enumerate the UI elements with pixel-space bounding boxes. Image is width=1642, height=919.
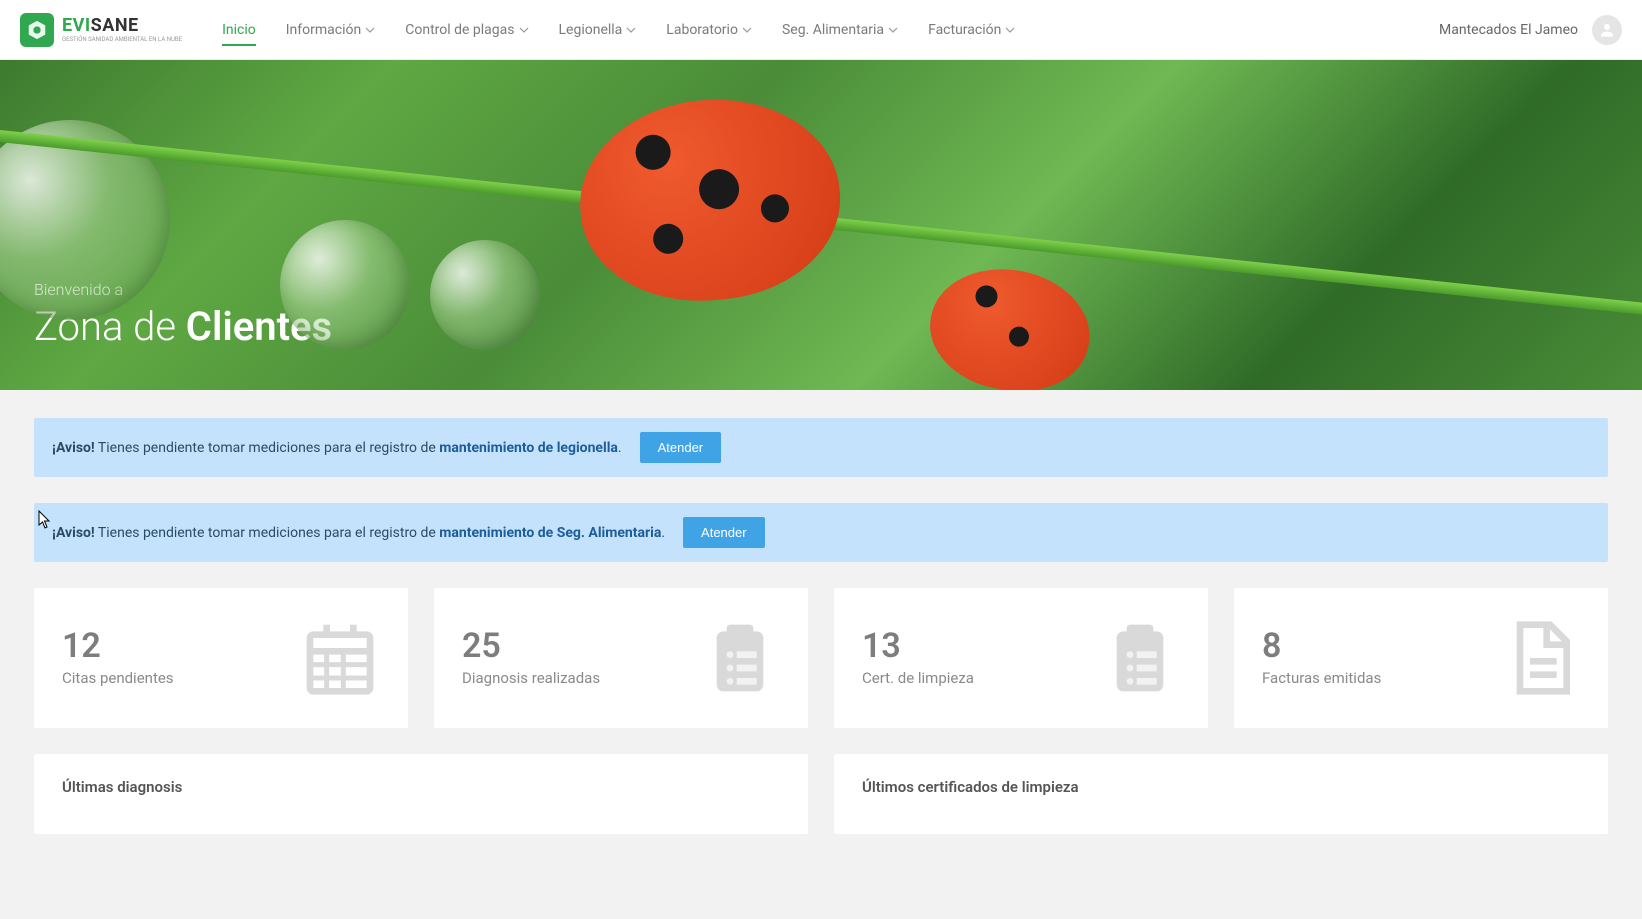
user-name[interactable]: Mantecados El Jameo	[1439, 22, 1578, 38]
panel-title: Últimos certificados de limpieza	[862, 778, 1580, 796]
chevron-down-icon	[888, 25, 898, 35]
panels-row: Últimas diagnosis Últimos certificados d…	[34, 754, 1608, 834]
nav-label: Control de plagas	[405, 22, 514, 38]
stat-value: 8	[1262, 629, 1381, 663]
attend-button[interactable]: Atender	[640, 432, 722, 463]
nav-label: Facturación	[928, 22, 1001, 38]
nav-item-control-plagas[interactable]: Control de plagas	[405, 4, 528, 56]
stat-card-cert-limpieza[interactable]: 13 Cert. de limpieza	[834, 588, 1208, 728]
chevron-down-icon	[519, 25, 529, 35]
document-icon	[1500, 618, 1580, 698]
stats-row: 12 Citas pendientes 25 Diagnosis realiza…	[34, 588, 1608, 728]
decor-droplet	[430, 240, 540, 350]
stat-value: 12	[62, 629, 174, 663]
nav-item-laboratorio[interactable]: Laboratorio	[666, 4, 752, 56]
panel-title: Últimas diagnosis	[62, 778, 780, 796]
chevron-down-icon	[1005, 25, 1015, 35]
user-area: Mantecados El Jameo	[1439, 15, 1622, 45]
avatar[interactable]	[1592, 15, 1622, 45]
stat-label: Citas pendientes	[62, 669, 174, 687]
stat-value: 13	[862, 629, 974, 663]
top-header: EVISANE GESTIÓN SANIDAD AMBIENTAL EN LA …	[0, 0, 1642, 60]
stat-label: Cert. de limpieza	[862, 669, 974, 687]
chevron-down-icon	[365, 25, 375, 35]
stat-label: Facturas emitidas	[1262, 669, 1381, 687]
brand-mark-icon	[20, 13, 54, 47]
nav-item-inicio[interactable]: Inicio	[222, 4, 256, 56]
panel-ultimas-diagnosis: Últimas diagnosis	[34, 754, 808, 834]
panel-ultimos-certificados: Últimos certificados de limpieza	[834, 754, 1608, 834]
stat-value: 25	[462, 629, 600, 663]
decor-ladybug	[572, 89, 848, 311]
attend-button[interactable]: Atender	[683, 517, 765, 548]
nav-label: Legionella	[559, 22, 623, 38]
alert-suffix: .	[661, 525, 665, 541]
alert-suffix: .	[618, 440, 622, 456]
brand-text: EVISANE GESTIÓN SANIDAD AMBIENTAL EN LA …	[62, 17, 182, 43]
alert-prefix: ¡Aviso!	[52, 525, 95, 541]
alert-text: ¡Aviso! Tienes pendiente tomar medicione…	[52, 525, 665, 541]
nav-item-legionella[interactable]: Legionella	[559, 4, 637, 56]
alert-topic: mantenimiento de legionella	[439, 440, 618, 456]
clipboard-list-icon	[1100, 618, 1180, 698]
hero-banner: Bienvenido a Zona de Clientes	[0, 60, 1642, 390]
chevron-down-icon	[742, 25, 752, 35]
alert-seg-alimentaria: ¡Aviso! Tienes pendiente tomar medicione…	[34, 503, 1608, 562]
brand-name-dark: SANE	[91, 15, 139, 36]
calendar-icon	[300, 618, 380, 698]
nav-label: Información	[286, 22, 361, 38]
brand-logo[interactable]: EVISANE GESTIÓN SANIDAD AMBIENTAL EN LA …	[20, 13, 182, 47]
decor-ladybug	[921, 257, 1099, 390]
nav-item-facturacion[interactable]: Facturación	[928, 4, 1015, 56]
clipboard-list-icon	[700, 618, 780, 698]
main-content: ¡Aviso! Tienes pendiente tomar medicione…	[0, 390, 1642, 862]
stat-card-citas[interactable]: 12 Citas pendientes	[34, 588, 408, 728]
alert-prefix: ¡Aviso!	[52, 440, 95, 456]
brand-tagline: GESTIÓN SANIDAD AMBIENTAL EN LA NUBE	[62, 37, 182, 43]
nav-label: Seg. Alimentaria	[782, 22, 884, 38]
brand-name-green: EVI	[62, 15, 91, 36]
person-icon	[1598, 21, 1616, 39]
chevron-down-icon	[626, 25, 636, 35]
stat-card-facturas[interactable]: 8 Facturas emitidas	[1234, 588, 1608, 728]
stat-label: Diagnosis realizadas	[462, 669, 600, 687]
alert-body: Tienes pendiente tomar mediciones para e…	[95, 525, 440, 541]
alert-body: Tienes pendiente tomar mediciones para e…	[95, 440, 440, 456]
alert-legionella: ¡Aviso! Tienes pendiente tomar medicione…	[34, 418, 1608, 477]
nav-item-seg-alimentaria[interactable]: Seg. Alimentaria	[782, 4, 898, 56]
nav-label: Inicio	[222, 22, 256, 38]
stat-card-diagnosis[interactable]: 25 Diagnosis realizadas	[434, 588, 808, 728]
decor-droplet	[280, 220, 410, 350]
main-nav: Inicio Información Control de plagas Leg…	[222, 4, 1439, 56]
alert-text: ¡Aviso! Tienes pendiente tomar medicione…	[52, 440, 622, 456]
nav-label: Laboratorio	[666, 22, 738, 38]
nav-item-informacion[interactable]: Información	[286, 4, 375, 56]
alert-topic: mantenimiento de Seg. Alimentaria	[439, 525, 661, 541]
